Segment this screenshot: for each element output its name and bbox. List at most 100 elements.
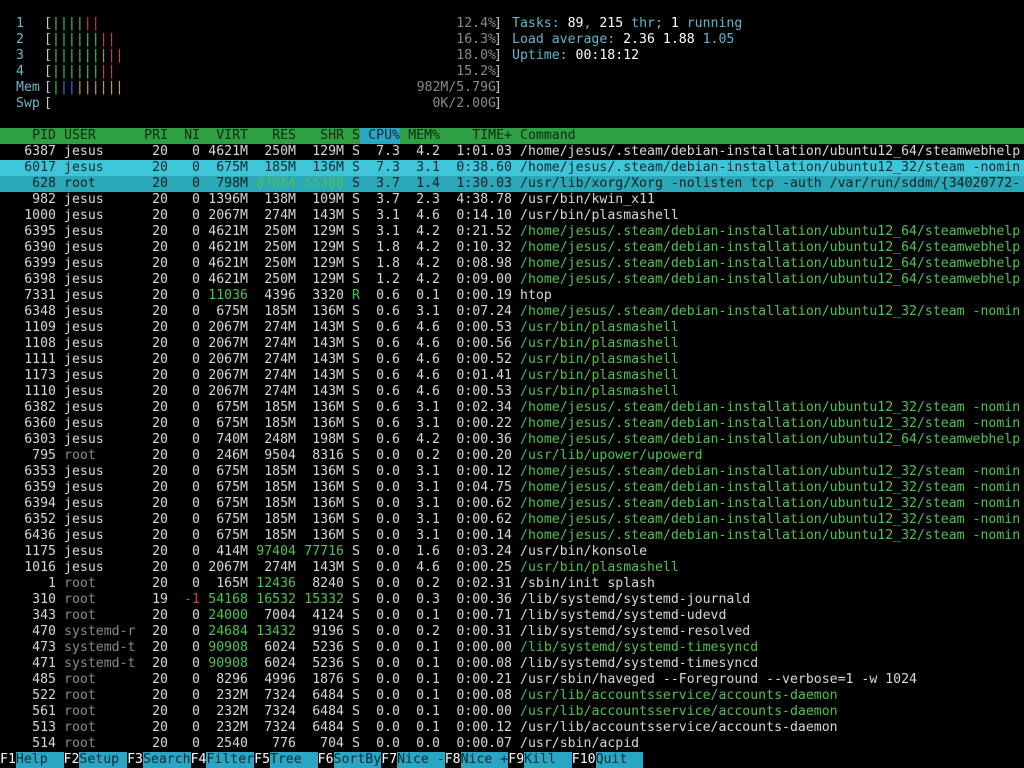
cell-cmd: /home/jesus/.steam/debian-installation/u… [520, 144, 1021, 159]
cell-virt: 1396M [208, 192, 248, 207]
cell-cmd: /home/jesus/.steam/debian-installation/u… [520, 512, 1021, 527]
table-row[interactable]: 7331 jesus 20 0 11036 4396 3320 R 0.6 0.1 0:00.19 h… [0, 288, 1024, 304]
table-row[interactable]: 471 systemd-t 20 0 90908 6024 5236 S 0.0 0.1 0:00.… [0, 656, 1024, 672]
table-row[interactable]: 6394 jesus 20 0 675M 185M 136M S 0.0 3.1 0:00.62/h… [0, 496, 1024, 512]
table-row[interactable]: 470 systemd-r 20 0 24684 13432 9196 S 0.0 0.2 0:00… [0, 624, 1024, 640]
cell-mem: 4.2 [416, 240, 440, 255]
table-row[interactable]: 561 root 20 0 232M 7324 6484 S 0.0 0.1 0:00.00/usr… [0, 704, 1024, 720]
table-row[interactable]: 6348 jesus 20 0 675M 185M 136M S 0.6 3.1 0:07.24/h… [0, 304, 1024, 320]
cell-shr: 3320 [312, 288, 344, 303]
table-row[interactable]: 485 root 20 0 8296 4996 1876 S 0.0 0.1 0:00.21/usr… [0, 672, 1024, 688]
cell-virt: 740M [216, 432, 248, 447]
fkey-f5-button[interactable]: F5Tree [254, 752, 318, 768]
cell-pri: 20 [152, 304, 168, 319]
cell-pri: 20 [152, 288, 168, 303]
table-row[interactable]: 6359 jesus 20 0 675M 185M 136M S 0.0 3.1 0:04.75/h… [0, 480, 1024, 496]
table-row[interactable]: 6387 jesus 20 0 4621M 250M 129M S 7.3 4.2 1:01.03 /… [0, 144, 1024, 160]
fkey-f2-button[interactable]: F2Setup [63, 752, 128, 768]
col-cpu-sorted[interactable]: CPU% [360, 128, 400, 144]
table-row[interactable]: 514 root 20 0 2540 776 704 S 0.0 0.0 0:00.07/usr/s… [0, 736, 1024, 752]
table-row[interactable]: 6352 jesus 20 0 675M 185M 136M S 0.0 3.1 0:00.62/h… [0, 512, 1024, 528]
table-row[interactable]: 310 root 19 -1 54168 16532 15332 S 0.0 0.3 0:00.36… [0, 592, 1024, 608]
table-row[interactable]: 473 systemd-t 20 0 90908 6024 5236 S 0.0 0.1 0:00.… [0, 640, 1024, 656]
table-header: PID USER PRI NI VIRT RES SHR S CPU% MEM%… [0, 128, 1024, 144]
col-state[interactable]: S [352, 128, 360, 144]
table-row[interactable]: 1108 jesus 20 0 2067M 274M 143M S 0.6 4.6 0:00.56 /… [0, 336, 1024, 352]
cell-ni: -1 [184, 592, 200, 607]
cell-cmd: /home/jesus/.steam/debian-installation/u… [520, 224, 1021, 239]
table-row[interactable]: 1109 jesus 20 0 2067M 274M 143M S 0.6 4.6 0:00.53 /… [0, 320, 1024, 336]
cell-pri: 20 [152, 448, 168, 463]
col-ni[interactable]: NI [168, 128, 200, 144]
col-mem[interactable]: MEM% [400, 128, 440, 144]
cell-pri: 20 [152, 720, 168, 735]
table-row[interactable]: 795 root 20 0 246M 9504 8316 S 0.0 0.2 0:00.20/usr… [0, 448, 1024, 464]
cell-cpu: 0.6 [376, 432, 400, 447]
meter-right-bracket: ] [494, 64, 502, 79]
cell-res: 250M [264, 256, 296, 271]
fkey-f3-button[interactable]: F3Search [127, 752, 191, 768]
cell-time: 0:00.12 [456, 464, 512, 479]
table-row[interactable]: 6303 jesus 20 0 740M 248M 198M S 0.6 4.2 0:00.36/h… [0, 432, 1024, 448]
col-command[interactable]: Command [520, 128, 1024, 144]
cell-time: 0:07.24 [456, 304, 512, 319]
table-row[interactable]: 1173 jesus 20 0 2067M 274M 143M S 0.6 4.6 0:01.41 /… [0, 368, 1024, 384]
cell-res: 6024 [264, 656, 296, 671]
table-row[interactable]: 6395 jesus 20 0 4621M 250M 129M S 3.1 4.2 0:21.52 /… [0, 224, 1024, 240]
cell-s: S [352, 720, 360, 735]
cell-s: S [352, 304, 360, 319]
fkey-f9-button[interactable]: F9Kill [508, 752, 572, 768]
table-row[interactable]: 982 jesus 20 0 1396M 138M 109M S 3.7 2.3 4:38.78/u… [0, 192, 1024, 208]
table-row[interactable]: 1000 jesus 20 0 2067M 274M 143M S 3.1 4.6 0:14.10 /… [0, 208, 1024, 224]
cell-pri: 20 [152, 736, 168, 751]
table-row[interactable]: 1 root 20 0 165M 12436 8240 S 0.0 0.2 0:02.31/sbin… [0, 576, 1024, 592]
cpu-meter-value: 15.2% [456, 64, 496, 79]
cell-pri: 20 [152, 352, 168, 367]
table-row[interactable]: 6399 jesus 20 0 4621M 250M 129M S 1.8 4.2 0:08.98 /… [0, 256, 1024, 272]
cell-res: 185M [264, 496, 296, 511]
fkey-f1-button[interactable]: F1Help [0, 752, 64, 768]
table-row[interactable]: 513 root 20 0 232M 7324 6484 S 0.0 0.1 0:00.12/usr… [0, 720, 1024, 736]
col-shr[interactable]: SHR [296, 128, 344, 144]
table-row[interactable]: 6017 jesus 20 0 675M 185M 136M S 7.3 3.1 0:38.60/h… [0, 160, 1024, 176]
col-time[interactable]: TIME+ [440, 128, 512, 144]
cell-virt: 165M [216, 576, 248, 591]
cell-mem: 3.1 [416, 304, 440, 319]
cell-s: S [352, 688, 360, 703]
cell-cpu: 0.0 [376, 672, 400, 687]
fkey-label: Search [142, 752, 191, 768]
cell-time: 0:00.36 [456, 592, 512, 607]
col-pid[interactable]: PID [0, 128, 56, 144]
table-row[interactable]: 343 root 20 0 24000 7004 4124 S 0.0 0.1 0:00.71/li… [0, 608, 1024, 624]
table-row[interactable]: 6360 jesus 20 0 675M 185M 136M S 0.6 3.1 0:00.22/h… [0, 416, 1024, 432]
col-pri[interactable]: PRI [136, 128, 168, 144]
fkey-f8-button[interactable]: F8Nice + [445, 752, 509, 768]
table-row[interactable]: 1175 jesus 20 0 414M 97404 77716 S 0.0 1.6 0:03.24… [0, 544, 1024, 560]
table-row[interactable]: 6390 jesus 20 0 4621M 250M 129M S 1.8 4.2 0:10.32 /… [0, 240, 1024, 256]
cell-cpu: 3.1 [376, 208, 400, 223]
col-user[interactable]: USER [64, 128, 144, 144]
cell-res: 274M [264, 336, 296, 351]
table-row[interactable]: 6382 jesus 20 0 675M 185M 136M S 0.6 3.1 0:02.34/h… [0, 400, 1024, 416]
table-row[interactable]: 6436 jesus 20 0 675M 185M 136M S 0.0 3.1 0:00.14/h… [0, 528, 1024, 544]
table-row[interactable]: 628 root 20 0 798M 87064 55388 S 3.7 1.4 1:30.03/u… [0, 176, 1024, 192]
table-row[interactable]: 6398 jesus 20 0 4621M 250M 129M S 1.2 4.2 0:09.00 /… [0, 272, 1024, 288]
cell-pid: 628 [32, 176, 56, 191]
table-row[interactable]: 1111 jesus 20 0 2067M 274M 143M S 0.6 4.6 0:00.52 /… [0, 352, 1024, 368]
table-row[interactable]: 6353 jesus 20 0 675M 185M 136M S 0.0 3.1 0:00.12/h… [0, 464, 1024, 480]
table-row[interactable]: 1110 jesus 20 0 2067M 274M 143M S 0.6 4.6 0:00.53 /… [0, 384, 1024, 400]
cell-ni: 0 [192, 688, 200, 703]
fkey-f10-button[interactable]: F10Quit [572, 752, 644, 768]
table-row[interactable]: 522 root 20 0 232M 7324 6484 S 0.0 0.1 0:00.08/usr… [0, 688, 1024, 704]
cell-mem: 3.1 [416, 416, 440, 431]
meters-panel: 1[|||||| 12.4%] 2[|||||||| 16.3%] 3[||||||||… [16, 16, 502, 112]
fkey-f7-button[interactable]: F7Nice - [381, 752, 445, 768]
col-res[interactable]: RES [248, 128, 296, 144]
col-virt[interactable]: VIRT [200, 128, 248, 144]
fkey-f6-button[interactable]: F6SortBy [318, 752, 382, 768]
cell-virt: 675M [216, 512, 248, 527]
fkey-f4-button[interactable]: F4Filter [191, 752, 255, 768]
cell-s: S [352, 432, 360, 447]
fkey-key: F2 [63, 752, 80, 767]
table-row[interactable]: 1016 jesus 20 0 2067M 274M 143M S 0.0 4.6 0:00.25 /… [0, 560, 1024, 576]
